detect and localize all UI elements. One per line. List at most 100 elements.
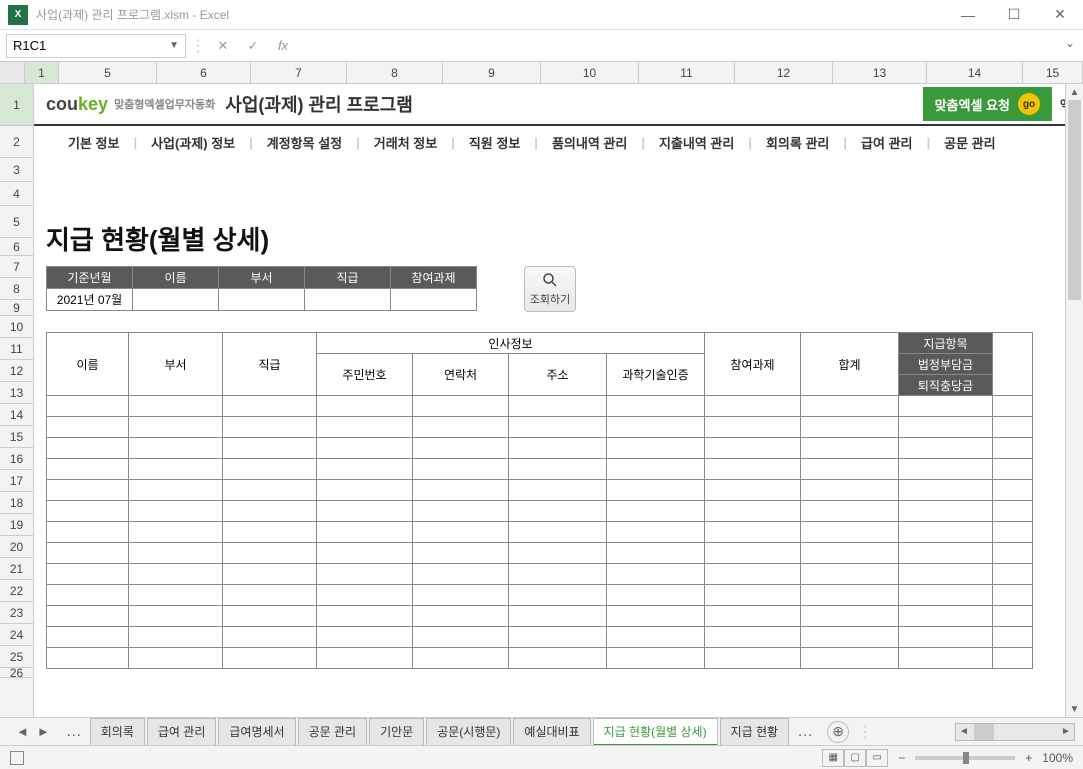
table-cell[interactable]	[413, 438, 509, 459]
table-cell[interactable]	[993, 501, 1033, 522]
row-header[interactable]: 5	[0, 206, 33, 238]
row-header[interactable]: 26	[0, 668, 33, 678]
table-cell[interactable]	[317, 648, 413, 669]
column-header[interactable]: 1	[25, 62, 59, 83]
table-cell[interactable]	[223, 585, 317, 606]
tab-overflow-left[interactable]: …	[60, 723, 88, 741]
sheet-tab[interactable]: 지급 현황	[720, 718, 790, 746]
table-cell[interactable]	[607, 522, 705, 543]
tab-prev-icon[interactable]: ◄	[16, 724, 29, 739]
row-header[interactable]: 11	[0, 338, 33, 360]
table-cell[interactable]	[223, 480, 317, 501]
table-cell[interactable]	[509, 438, 607, 459]
table-cell[interactable]	[607, 543, 705, 564]
hscroll-thumb[interactable]	[974, 724, 994, 740]
row-header[interactable]: 6	[0, 238, 33, 256]
row-header[interactable]: 15	[0, 426, 33, 448]
table-cell[interactable]	[223, 501, 317, 522]
zoom-in-button[interactable]: +	[1025, 751, 1032, 765]
table-cell[interactable]	[899, 417, 993, 438]
table-cell[interactable]	[801, 480, 899, 501]
nav-item[interactable]: 직원 정보	[455, 133, 534, 152]
table-cell[interactable]	[899, 522, 993, 543]
filter-cell[interactable]	[133, 289, 219, 311]
formula-input[interactable]	[300, 34, 1077, 58]
row-header[interactable]: 18	[0, 492, 33, 514]
table-cell[interactable]	[801, 438, 899, 459]
table-cell[interactable]	[899, 606, 993, 627]
sheet-tab[interactable]: 공문(시행문)	[426, 718, 511, 746]
nav-item[interactable]: 공문 관리	[930, 133, 1009, 152]
table-row[interactable]	[47, 417, 1033, 438]
table-cell[interactable]	[47, 480, 129, 501]
table-cell[interactable]	[801, 501, 899, 522]
filter-cell[interactable]	[305, 289, 391, 311]
row-header[interactable]: 24	[0, 624, 33, 646]
table-row[interactable]	[47, 438, 1033, 459]
table-cell[interactable]	[801, 417, 899, 438]
table-cell[interactable]	[223, 459, 317, 480]
horizontal-scrollbar[interactable]: ◄ ►	[955, 723, 1075, 741]
table-cell[interactable]	[317, 438, 413, 459]
table-cell[interactable]	[317, 627, 413, 648]
table-cell[interactable]	[607, 627, 705, 648]
nav-item[interactable]: 거래처 정보	[360, 133, 451, 152]
nav-item[interactable]: 사업(과제) 정보	[137, 133, 249, 152]
table-cell[interactable]	[413, 627, 509, 648]
table-cell[interactable]	[993, 543, 1033, 564]
table-cell[interactable]	[413, 606, 509, 627]
table-cell[interactable]	[129, 459, 223, 480]
table-cell[interactable]	[705, 480, 801, 501]
table-cell[interactable]	[47, 627, 129, 648]
row-header[interactable]: 20	[0, 536, 33, 558]
table-cell[interactable]	[47, 564, 129, 585]
table-cell[interactable]	[993, 522, 1033, 543]
table-row[interactable]	[47, 396, 1033, 417]
table-row[interactable]	[47, 501, 1033, 522]
zoom-level[interactable]: 100%	[1042, 751, 1073, 765]
table-cell[interactable]	[129, 417, 223, 438]
record-macro-icon[interactable]	[10, 751, 24, 765]
row-header[interactable]: 4	[0, 182, 33, 206]
sheet-tab[interactable]: 공문 관리	[298, 718, 368, 746]
row-header[interactable]: 8	[0, 278, 33, 300]
table-cell[interactable]	[801, 543, 899, 564]
column-header[interactable]: 10	[541, 62, 639, 83]
table-cell[interactable]	[223, 396, 317, 417]
table-cell[interactable]	[607, 564, 705, 585]
table-cell[interactable]	[993, 459, 1033, 480]
table-cell[interactable]	[509, 627, 607, 648]
table-row[interactable]	[47, 522, 1033, 543]
table-cell[interactable]	[607, 585, 705, 606]
table-cell[interactable]	[317, 417, 413, 438]
table-cell[interactable]	[413, 417, 509, 438]
table-cell[interactable]	[413, 648, 509, 669]
table-cell[interactable]	[801, 522, 899, 543]
table-cell[interactable]	[47, 543, 129, 564]
table-cell[interactable]	[317, 459, 413, 480]
table-cell[interactable]	[129, 501, 223, 522]
enter-formula-button[interactable]: ✓	[240, 34, 266, 58]
table-cell[interactable]	[509, 543, 607, 564]
table-cell[interactable]	[509, 564, 607, 585]
sheet-tab[interactable]: 회의록	[90, 718, 145, 746]
table-row[interactable]	[47, 585, 1033, 606]
page-layout-button[interactable]: ▢	[844, 749, 866, 767]
table-cell[interactable]	[607, 648, 705, 669]
table-cell[interactable]	[223, 606, 317, 627]
table-cell[interactable]	[223, 522, 317, 543]
table-cell[interactable]	[993, 585, 1033, 606]
row-header[interactable]: 3	[0, 158, 33, 182]
tab-next-icon[interactable]: ►	[37, 724, 50, 739]
table-cell[interactable]	[899, 627, 993, 648]
table-cell[interactable]	[801, 627, 899, 648]
table-cell[interactable]	[705, 417, 801, 438]
sheet-tab[interactable]: 급여 관리	[147, 718, 217, 746]
column-header[interactable]: 7	[251, 62, 347, 83]
column-header[interactable]: 9	[443, 62, 541, 83]
filter-cell[interactable]	[219, 289, 305, 311]
table-row[interactable]	[47, 543, 1033, 564]
table-cell[interactable]	[993, 648, 1033, 669]
table-cell[interactable]	[705, 585, 801, 606]
table-cell[interactable]	[705, 501, 801, 522]
